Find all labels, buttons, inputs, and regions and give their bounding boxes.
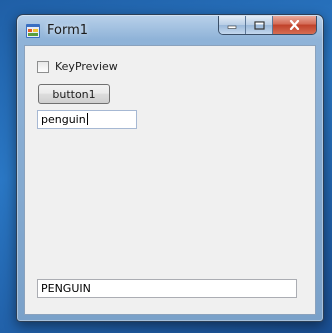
title-bar[interactable]: Form1 <box>17 15 323 45</box>
caption-buttons <box>218 16 317 35</box>
button1[interactable]: button1 <box>38 84 110 104</box>
form1-window: Form1 KeyPreview button1 penguin PENGUIN <box>16 14 324 322</box>
input-textbox-value: penguin <box>41 113 86 126</box>
form-client-area: KeyPreview button1 penguin PENGUIN <box>24 45 316 315</box>
maximize-icon <box>253 20 265 30</box>
close-icon <box>289 20 300 30</box>
keypreview-checkbox-row[interactable]: KeyPreview <box>37 60 118 73</box>
window-title: Form1 <box>47 23 89 38</box>
input-textbox[interactable]: penguin <box>37 110 137 129</box>
close-button[interactable] <box>272 16 316 34</box>
output-textbox-value: PENGUIN <box>41 282 91 295</box>
text-caret <box>86 113 88 125</box>
minimize-button[interactable] <box>219 16 245 34</box>
minimize-icon <box>227 25 237 29</box>
keypreview-label: KeyPreview <box>55 60 118 73</box>
output-textbox[interactable]: PENGUIN <box>37 279 297 298</box>
app-form-icon[interactable] <box>26 24 40 38</box>
maximize-button[interactable] <box>245 16 272 34</box>
keypreview-checkbox[interactable] <box>37 60 49 73</box>
